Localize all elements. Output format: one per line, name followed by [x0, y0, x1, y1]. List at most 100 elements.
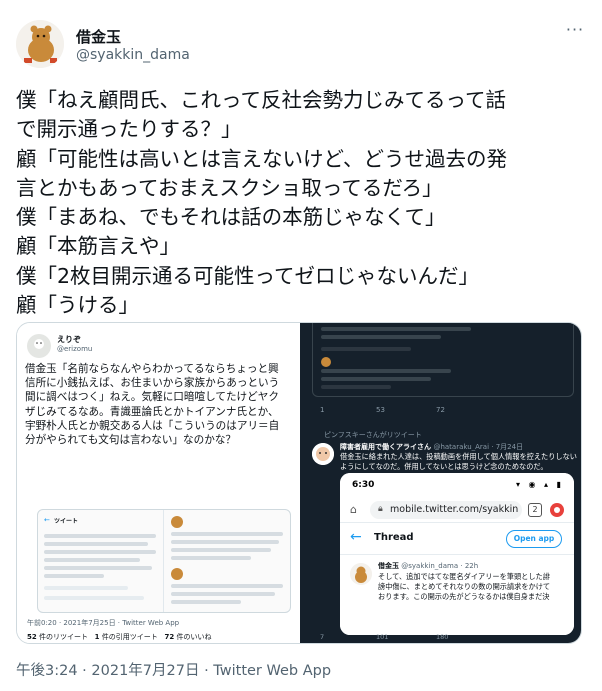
like-count: 72: [436, 406, 445, 414]
tweet-text-line: 僕「2枚目開示通る可能性ってゼロじゃないんだ」: [16, 263, 480, 288]
retweet-count: 52: [27, 633, 37, 641]
quoted-text-line: 間に調べはつく」ねえ。気軽に口暗喧してたけどヤク: [25, 391, 279, 404]
text-placeholder: [321, 377, 431, 381]
quoted-text-line: 宇野朴人氏とか親交ある人は「こういうのはアリ＝自: [25, 419, 280, 432]
quoted-text-line: 借金玉「名前ならなんやらわかってるならちょっと興: [25, 363, 279, 375]
tweet-card: 借金玉 @syakkin_dama ··· 僕「ねえ顧問氏、これって反社会勢力じ…: [0, 0, 602, 691]
quoted-text-line: ザじみてるなあ。青識亜論氏とかトイアンナ氏とか、: [25, 405, 279, 418]
text-placeholder: [171, 532, 283, 536]
back-arrow-icon: ←: [44, 516, 50, 524]
thread-author-meta: @syakkin_dama · 22h: [401, 562, 479, 570]
tab-count-icon: 2: [528, 503, 542, 517]
media-image-1[interactable]: えりぞ @erizomu 借金玉「名前ならなんやらわかってるならちょっと興 信所…: [17, 323, 298, 643]
text-placeholder: [171, 548, 271, 552]
text-placeholder: [44, 558, 140, 562]
retweet-label: 件のリツイート: [38, 633, 88, 641]
text-placeholder: [171, 592, 275, 596]
quote-label: 件の引用ツイート: [101, 633, 158, 641]
text-placeholder: [321, 369, 451, 373]
quoted-name: えりぞ: [57, 335, 81, 344]
dark-action-bar: 1 53 72: [314, 406, 574, 418]
author-handle[interactable]: @syakkin_dama: [76, 47, 190, 63]
thread-author-name: 借金玉: [378, 562, 399, 570]
quoted-avatar: [27, 334, 51, 358]
text-placeholder: [321, 335, 441, 339]
retweet-text-line: 借金玉に絡まれた人達は、投稿動画を併用して個人情報を控えたりしない: [340, 452, 577, 461]
thread-title: Thread: [374, 532, 414, 543]
tweet-text-line: 顧「本筋言えや」: [16, 234, 180, 259]
quoted-text-line: 分がやられても文句は言わない」なのかな？: [25, 434, 237, 447]
quoted-stats: 52 件のリツイート 1 件の引用ツイート 72 件のいいね: [27, 632, 211, 642]
open-app-button: Open app: [506, 530, 562, 548]
thread-text-line: おります。この開示の先がどうなるかは僕自身まだ決: [378, 592, 550, 601]
thread-author: 借金玉 @syakkin_dama · 22h: [378, 561, 478, 571]
phone-screenshot: 6:30 ▾ ◉ ▴ ▮ ⌂ 🔒︎ mobile.twitter.com/sya…: [340, 473, 574, 635]
tweet-text-line: 僕「まあね、でもそれは話の本筋じゃなくて」: [16, 205, 446, 230]
url-text: mobile.twitter.com/syakkin: [390, 504, 519, 515]
browser-menu-icon: [550, 503, 564, 517]
like-count: 180: [436, 633, 449, 641]
author-avatar[interactable]: [16, 20, 64, 68]
more-options-icon[interactable]: ···: [564, 22, 586, 42]
lock-icon: 🔒︎: [378, 504, 383, 514]
tweet-text-line: 顧「可能性は高いとは言えないけど、どうせ過去の発: [16, 146, 507, 171]
back-arrow-icon: ←: [350, 529, 362, 545]
text-placeholder: [44, 534, 156, 538]
like-label: 件のいいね: [176, 633, 212, 641]
dark-quoted-card: [312, 323, 574, 397]
retweet-author: 障害者雇用で働くアライさん @hataraku_Arai · 7月24日: [340, 442, 523, 452]
thread-text-line: 謗中傷に、まとめてそれなりの数の開示請求をかけて: [378, 582, 551, 591]
retweet-text-line: ようにしてなのだ。併用してないとは思うけど念のためなのだ。: [340, 462, 548, 471]
text-placeholder: [321, 385, 391, 389]
tweet-header: 借金玉 @syakkin_dama ···: [16, 20, 586, 70]
text-placeholder: [171, 600, 241, 604]
dark-action-bar-bottom: 7 101 180: [314, 633, 574, 643]
tweet-text-line: 言とかもあっておまえスクショ取ってるだろ」: [16, 175, 443, 200]
text-placeholder: [44, 574, 104, 578]
retweet-count: 101: [376, 633, 389, 641]
bear-avatar-icon: [171, 568, 183, 580]
url-field: 🔒︎ mobile.twitter.com/syakkin: [370, 501, 522, 519]
retweet-count: 53: [376, 406, 385, 414]
retweet-author-handle: @hataraku_Arai · 7月24日: [433, 443, 524, 451]
embedded-thread-right: [165, 510, 290, 612]
thread-text-line: そして、追加ではてな匿名ダイアリーを筆頭とした誹: [378, 572, 550, 581]
retweet-author-avatar: [312, 443, 334, 465]
like-count: 72: [164, 633, 175, 641]
phone-status-bar: 6:30 ▾ ◉ ▴ ▮: [340, 473, 574, 497]
media-image-2[interactable]: 1 53 72 ピンフスキーさんがリツイート 障害者雇用で働くアライさん @ha…: [300, 323, 581, 643]
text-placeholder: [321, 347, 411, 351]
bear-avatar-icon: [171, 516, 183, 528]
phone-clock: 6:30: [352, 480, 375, 490]
retweet-text: 借金玉に絡まれた人達は、投稿動画を併用して個人情報を控えたりしない ようにしてな…: [340, 452, 578, 472]
home-icon: ⌂: [350, 503, 357, 516]
text-placeholder: [44, 550, 156, 554]
tweet-text-line: で開示通ったりする？」: [16, 117, 242, 142]
media-grid: えりぞ @erizomu 借金玉「名前ならなんやらわかってるならちょっと興 信所…: [16, 322, 582, 644]
author-name[interactable]: 借金玉: [76, 26, 121, 47]
text-placeholder: [171, 540, 279, 544]
text-placeholder: [171, 584, 283, 588]
tweet-text-line: 僕「ねえ顧問氏、これって反社会勢力じみてるって話: [16, 88, 506, 112]
text-placeholder: [44, 566, 152, 570]
thread-header: ← Thread Open app: [340, 523, 574, 555]
status-icons: ▾ ◉ ▴ ▮: [515, 480, 564, 489]
quoted-text: 借金玉「名前ならなんやらわかってるならちょっと興 信所に小銭払えば、お住まいから…: [25, 362, 293, 447]
quoted-text-line: 信所に小銭払えば、お住まいから家族からあっという: [25, 377, 280, 390]
text-placeholder: [44, 586, 128, 590]
quote-count: 1: [94, 633, 100, 641]
text-placeholder: [321, 327, 471, 331]
text-placeholder: [171, 556, 251, 560]
tweet-timestamp[interactable]: 午後3:24 · 2021年7月27日 · Twitter Web App: [16, 659, 331, 680]
thread-text: そして、追加ではてな匿名ダイアリーを筆頭とした誹 謗中傷に、まとめてそれなりの数…: [378, 572, 568, 602]
thread-tweet: 借金玉 @syakkin_dama · 22h そして、追加ではてな匿名ダイアリ…: [340, 555, 574, 635]
reply-count: 7: [320, 633, 325, 641]
embedded-screenshot: ← ツイート: [37, 509, 291, 613]
tweet-text: 僕「ねえ顧問氏、これって反社会勢力じみてるって話 で開示通ったりする？」 顧「可…: [16, 86, 586, 320]
embedded-thread-left: ← ツイート: [38, 510, 164, 612]
reply-count: 1: [320, 406, 325, 414]
retweeted-by-label: ピンフスキーさんがリツイート: [324, 431, 422, 439]
tweet-text-line: 顧「うける」: [16, 293, 139, 318]
browser-url-bar: ⌂ 🔒︎ mobile.twitter.com/syakkin 2: [340, 497, 574, 523]
retweet-author-name: 障害者雇用で働くアライさん: [340, 443, 431, 451]
